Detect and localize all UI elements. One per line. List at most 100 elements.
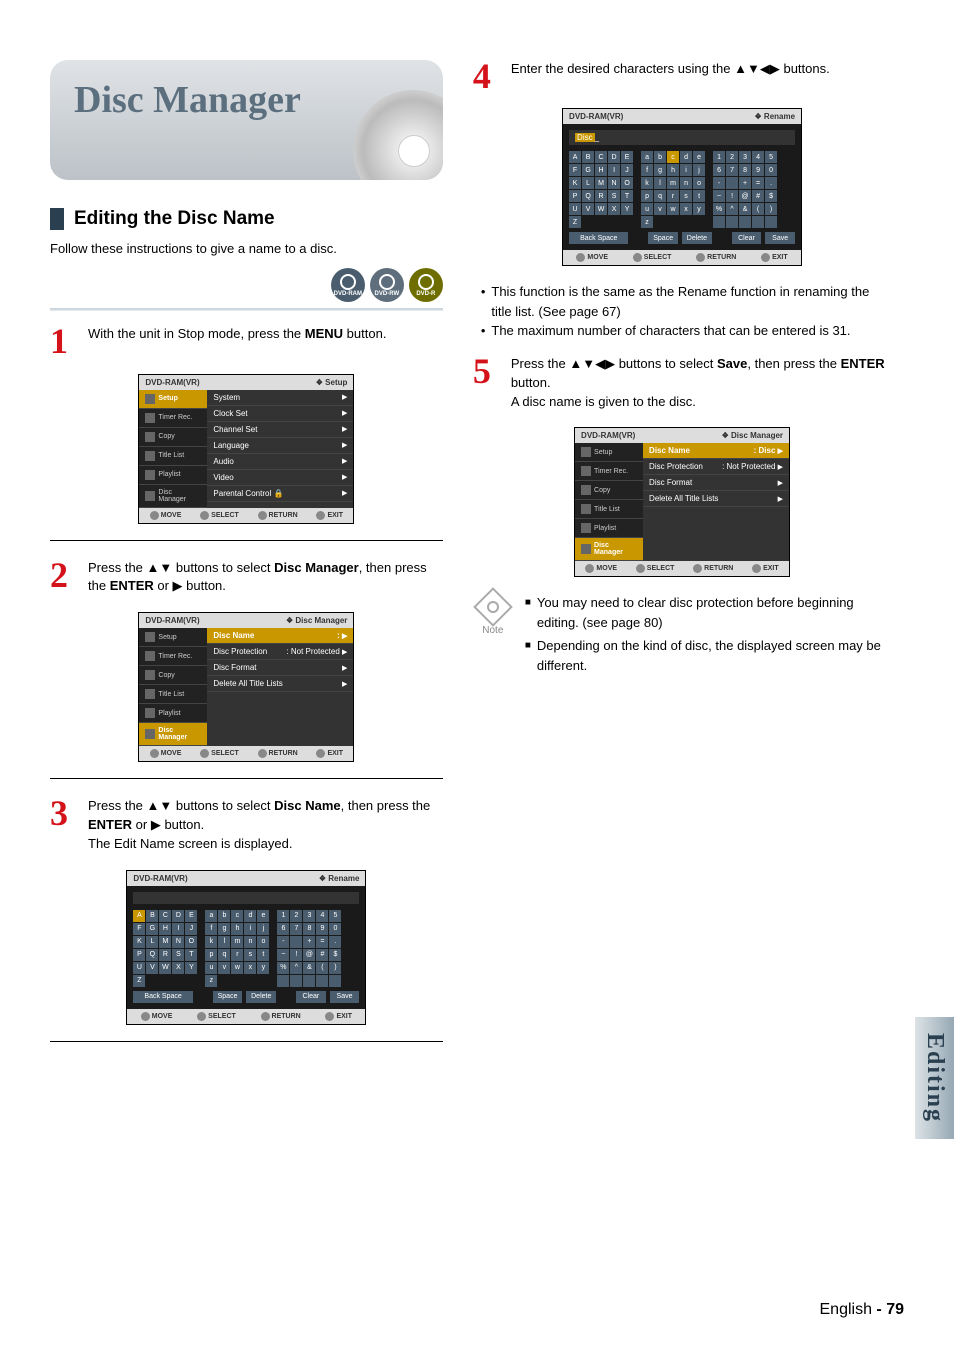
- kbd-key: 9: [316, 923, 328, 935]
- dvd-r-icon: DVD-R: [409, 268, 443, 302]
- kbd-key: j: [257, 923, 269, 935]
- kbd-key: c: [667, 151, 679, 163]
- kbd-key: S: [608, 190, 620, 202]
- kbd-key: [765, 216, 777, 228]
- kbd-key: C: [595, 151, 607, 163]
- kbd-key: x: [680, 203, 692, 215]
- sidebar-item-playlist: Playlist: [139, 466, 207, 485]
- kbd-key: K: [133, 936, 145, 948]
- heading-bar-icon: [50, 208, 64, 230]
- divider: [50, 540, 443, 541]
- kbd-key: W: [595, 203, 607, 215]
- kbd-key: 4: [752, 151, 764, 163]
- kbd-key: [752, 216, 764, 228]
- kbd-key: J: [185, 923, 197, 935]
- kbd-key: Y: [621, 203, 633, 215]
- step-4: 4 Enter the desired characters using the…: [473, 60, 891, 92]
- kbd-input: Disc_: [569, 130, 795, 145]
- kbd-key: N: [608, 177, 620, 189]
- kbd-key: b: [218, 910, 230, 922]
- kbd-key: q: [654, 190, 666, 202]
- kbd-key: O: [621, 177, 633, 189]
- timer-icon: [145, 413, 155, 423]
- kbd-key: h: [667, 164, 679, 176]
- kbd-key: k: [205, 936, 217, 948]
- step-3-text: Press the ▲▼ buttons to select Disc Name…: [88, 797, 443, 854]
- kbd-key: i: [680, 164, 692, 176]
- kbd-key: V: [582, 203, 594, 215]
- kbd-key: #: [752, 190, 764, 202]
- step-2-text: Press the ▲▼ buttons to select Disc Mana…: [88, 559, 443, 597]
- kbd-key: f: [641, 164, 653, 176]
- kbd-key: m: [231, 936, 243, 948]
- kbd-key: [739, 216, 751, 228]
- dvd-ram-icon: DVD-RAM: [331, 268, 365, 302]
- dvd-rw-icon: DVD-RW: [370, 268, 404, 302]
- kbd-key: r: [667, 190, 679, 202]
- kbd-key: [329, 975, 341, 987]
- kbd-key: O: [185, 936, 197, 948]
- kbd-key: u: [641, 203, 653, 215]
- return-key-icon: [258, 511, 267, 520]
- exit-key-icon: [316, 511, 325, 520]
- sidebar-item-setup: Setup: [575, 443, 643, 462]
- kbd-key: h: [231, 923, 243, 935]
- kbd-key: 7: [726, 164, 738, 176]
- kbd-key: U: [569, 203, 581, 215]
- kbd-clear: Clear: [296, 991, 326, 1003]
- kbd-key: +: [303, 936, 315, 948]
- kbd-key: d: [244, 910, 256, 922]
- kbd-key: G: [146, 923, 158, 935]
- kbd-key: ~: [277, 949, 289, 961]
- kbd-key: X: [172, 962, 184, 974]
- step-3: 3 Press the ▲▼ buttons to select Disc Na…: [50, 797, 443, 854]
- kbd-key: I: [172, 923, 184, 935]
- kbd-key: B: [146, 910, 158, 922]
- osd-rename-keyboard-empty: DVD-RAM(VR)❖ Rename ABCDEFGHIJKLMNOPQRST…: [126, 870, 366, 1025]
- kbd-key: A: [133, 910, 145, 922]
- kbd-key: [316, 975, 328, 987]
- kbd-key: t: [257, 949, 269, 961]
- kbd-key: A: [569, 151, 581, 163]
- osd-device: DVD-RAM(VR): [145, 378, 199, 387]
- kbd-key: k: [641, 177, 653, 189]
- kbd-key: Y: [185, 962, 197, 974]
- kbd-key: T: [621, 190, 633, 202]
- kbd-key: N: [172, 936, 184, 948]
- note-item: Depending on the kind of disc, the displ…: [525, 636, 891, 675]
- kbd-key: F: [569, 164, 581, 176]
- kbd-key: $: [329, 949, 341, 961]
- kbd-key: a: [205, 910, 217, 922]
- copy-icon: [145, 432, 155, 442]
- kbd-key: Z: [133, 975, 145, 987]
- kbd-key: ^: [726, 203, 738, 215]
- kbd-key: !: [290, 949, 302, 961]
- kbd-key: L: [582, 177, 594, 189]
- osd-menu-list: System▶ Clock Set▶ Channel Set▶ Language…: [207, 390, 353, 508]
- step-5-text: Press the ▲▼◀▶ buttons to select Save, t…: [511, 355, 891, 412]
- kbd-key: [290, 975, 302, 987]
- kbd-key: m: [667, 177, 679, 189]
- kbd-key: e: [257, 910, 269, 922]
- kbd-key: v: [654, 203, 666, 215]
- kbd-key: Z: [569, 216, 581, 228]
- kbd-key: p: [205, 949, 217, 961]
- kbd-backspace: Back Space: [133, 991, 192, 1003]
- osd-rename-keyboard-disc: DVD-RAM(VR)❖ Rename Disc_ ABCDEFGHIJKLMN…: [562, 108, 802, 266]
- kbd-key: 3: [739, 151, 751, 163]
- osd-disc-manager-named: DVD-RAM(VR)❖ Disc Manager Setup Timer Re…: [574, 427, 790, 577]
- kbd-key: X: [608, 203, 620, 215]
- sidebar-item-titlelist: Title List: [139, 685, 207, 704]
- sidebar-item-setup: Setup: [139, 390, 207, 409]
- kbd-key: 8: [739, 164, 751, 176]
- kbd-key: P: [569, 190, 581, 202]
- kbd-key: R: [595, 190, 607, 202]
- kbd-key: s: [680, 190, 692, 202]
- sidebar-item-setup: Setup: [139, 628, 207, 647]
- kbd-key: [277, 975, 289, 987]
- kbd-key: n: [244, 936, 256, 948]
- page-banner: Disc Manager: [50, 60, 443, 180]
- kbd-key: V: [146, 962, 158, 974]
- kbd-key: M: [595, 177, 607, 189]
- note-block: Note You may need to clear disc protecti…: [473, 593, 891, 679]
